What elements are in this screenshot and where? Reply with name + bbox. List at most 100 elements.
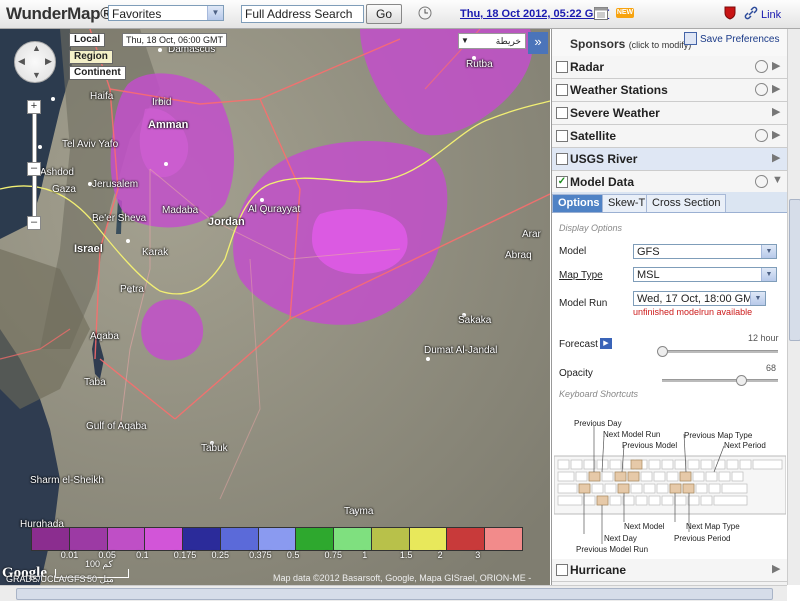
- clock-icon[interactable]: [755, 175, 768, 188]
- chevron-right-icon[interactable]: ▶: [772, 59, 780, 72]
- clock-icon[interactable]: [755, 83, 768, 96]
- display-options-heading: Display Options: [559, 223, 623, 233]
- chevron-down-icon[interactable]: ▼: [772, 174, 783, 186]
- play-icon[interactable]: ▶: [600, 338, 612, 349]
- legend-swatch: [183, 528, 221, 550]
- forecast-slider[interactable]: [662, 350, 778, 353]
- current-date-link[interactable]: Thu, 18 Oct 2012, 05:22 GMT: [460, 8, 609, 20]
- tab-skew-t[interactable]: Skew-T: [602, 194, 652, 212]
- zoom-in-button[interactable]: +: [27, 100, 41, 114]
- collapse-panel-button[interactable]: »: [528, 32, 548, 54]
- layer-row-radar[interactable]: Radar ▶: [552, 56, 788, 79]
- map-terrain: [0, 29, 550, 585]
- favorites-value: Favorites: [112, 7, 162, 21]
- place-label: Gaza: [52, 184, 76, 195]
- shortcut-label: Previous Model: [622, 441, 678, 450]
- shortcut-label: Next Map Type: [686, 522, 740, 531]
- model-attribution: GRADS/UCLA/GFS: [6, 574, 86, 584]
- favorites-dropdown[interactable]: Favorites ▼: [108, 5, 224, 21]
- radar-checkbox[interactable]: [556, 61, 568, 73]
- satellite-checkbox[interactable]: [556, 130, 568, 142]
- place-label: Dumat Al-Jandal: [424, 345, 498, 356]
- pan-left-icon[interactable]: ◀: [18, 56, 25, 67]
- save-preferences-link[interactable]: Save Preferences: [700, 34, 780, 45]
- pan-control[interactable]: ▲ ▼ ◀ ▶: [14, 41, 56, 83]
- clock-icon[interactable]: [755, 60, 768, 73]
- zoom-out-button[interactable]: –: [27, 216, 41, 230]
- water-label: Gulf of Aqaba: [86, 421, 147, 432]
- model-select-value: GFS: [637, 246, 660, 258]
- opacity-slider-knob[interactable]: [735, 375, 747, 386]
- layer-label: Severe Weather: [570, 106, 660, 120]
- forecast-slider-knob[interactable]: [657, 346, 668, 357]
- chevron-right-icon[interactable]: ▶: [772, 105, 780, 118]
- chevron-down-icon[interactable]: ▼: [761, 245, 776, 258]
- chevron-down-icon[interactable]: ▼: [761, 268, 776, 281]
- chevron-down-icon: ▼: [461, 36, 469, 45]
- usgs-river-checkbox[interactable]: [556, 153, 568, 165]
- layer-row-severe-weather[interactable]: Severe Weather ▶: [552, 102, 788, 125]
- modelrun-select[interactable]: Wed, 17 Oct, 18:00 GMT ▼: [633, 291, 766, 306]
- layer-row-satellite[interactable]: Satellite ▶: [552, 125, 788, 148]
- map-type-select[interactable]: ▼ خريطة: [458, 33, 526, 49]
- region-view-button[interactable]: Region: [69, 50, 113, 64]
- model-select[interactable]: GFS ▼: [633, 244, 777, 259]
- pan-right-icon[interactable]: ▶: [45, 56, 52, 67]
- calendar-icon[interactable]: [594, 7, 608, 20]
- horizontal-scroll-thumb[interactable]: [16, 588, 773, 600]
- maptype-label: Map Type: [559, 270, 603, 281]
- modelrun-warning: unfinished modelrun available: [633, 307, 753, 317]
- chevron-down-icon[interactable]: ▼: [750, 292, 765, 305]
- chevron-right-icon[interactable]: ▶: [772, 151, 780, 164]
- chevron-down-icon[interactable]: ▼: [207, 6, 223, 20]
- vertical-scroll-thumb[interactable]: [789, 199, 800, 341]
- legend-swatch: [145, 528, 184, 550]
- chevron-right-icon[interactable]: ▶: [772, 562, 780, 575]
- place-label: Ashdod: [40, 167, 74, 178]
- clock-icon[interactable]: [418, 6, 432, 20]
- continent-view-button[interactable]: Continent: [69, 66, 126, 80]
- shield-icon[interactable]: [724, 6, 736, 20]
- tab-cross-section[interactable]: Cross Section: [646, 194, 727, 212]
- layer-row-weather-stations[interactable]: Weather Stations ▶: [552, 79, 788, 102]
- address-search-input[interactable]: Full Address Search: [241, 5, 364, 23]
- scale-km-label: 100 كم: [85, 559, 113, 569]
- legend-label: 0.5: [286, 550, 300, 560]
- legend-label: 0.25: [211, 550, 229, 560]
- sponsors-sublabel: (click to modify): [628, 40, 692, 50]
- sponsors-header[interactable]: Sponsors (click to modify) Save Preferen…: [552, 29, 788, 57]
- maptype-select[interactable]: MSL ▼: [633, 267, 777, 282]
- options-pane: Display Options Model GFS ▼ Map Type MSL…: [552, 213, 788, 571]
- link-icon[interactable]: [744, 6, 758, 20]
- chevron-right-icon[interactable]: ▶: [772, 128, 780, 141]
- tab-options[interactable]: Options: [552, 194, 606, 212]
- place-label: Tayma: [344, 506, 374, 517]
- map-type-select-value: خريطة: [495, 36, 521, 46]
- local-view-button[interactable]: Local: [69, 33, 106, 47]
- layer-panel: Sponsors (click to modify) Save Preferen…: [551, 29, 788, 585]
- legend-swatch: [447, 528, 486, 550]
- clock-icon[interactable]: [755, 129, 768, 142]
- hurricane-checkbox[interactable]: [556, 564, 568, 576]
- go-button[interactable]: Go: [366, 4, 402, 24]
- vertical-scrollbar[interactable]: [787, 29, 800, 585]
- weather-stations-checkbox[interactable]: [556, 84, 568, 96]
- layer-row-usgs-river[interactable]: USGS River ▶: [552, 148, 788, 171]
- map-canvas[interactable]: Damascus Haifa Irbid Amman Tel Aviv Yafo…: [0, 29, 550, 585]
- legend-label: 0.01: [60, 550, 79, 560]
- model-data-checkbox[interactable]: ✓: [556, 176, 568, 188]
- legend-swatch: [334, 528, 372, 550]
- link-label[interactable]: Link: [761, 9, 781, 21]
- severe-weather-checkbox[interactable]: [556, 107, 568, 119]
- zoom-slider-knob[interactable]: –: [27, 162, 41, 176]
- opacity-slider[interactable]: [662, 379, 778, 382]
- save-icon[interactable]: [684, 32, 697, 45]
- pan-up-icon[interactable]: ▲: [32, 43, 41, 53]
- pan-down-icon[interactable]: ▼: [32, 70, 41, 80]
- chevron-right-icon[interactable]: ▶: [772, 82, 780, 95]
- place-label: Amman: [148, 119, 189, 131]
- horizontal-scrollbar[interactable]: [0, 585, 787, 601]
- map-credit: Map data ©2012 Basarsoft, Google, Mapa G…: [273, 573, 532, 583]
- layer-row-hurricane[interactable]: Hurricane ▶: [552, 559, 788, 582]
- layer-row-model-data[interactable]: ✓ Model Data ▼: [552, 171, 788, 194]
